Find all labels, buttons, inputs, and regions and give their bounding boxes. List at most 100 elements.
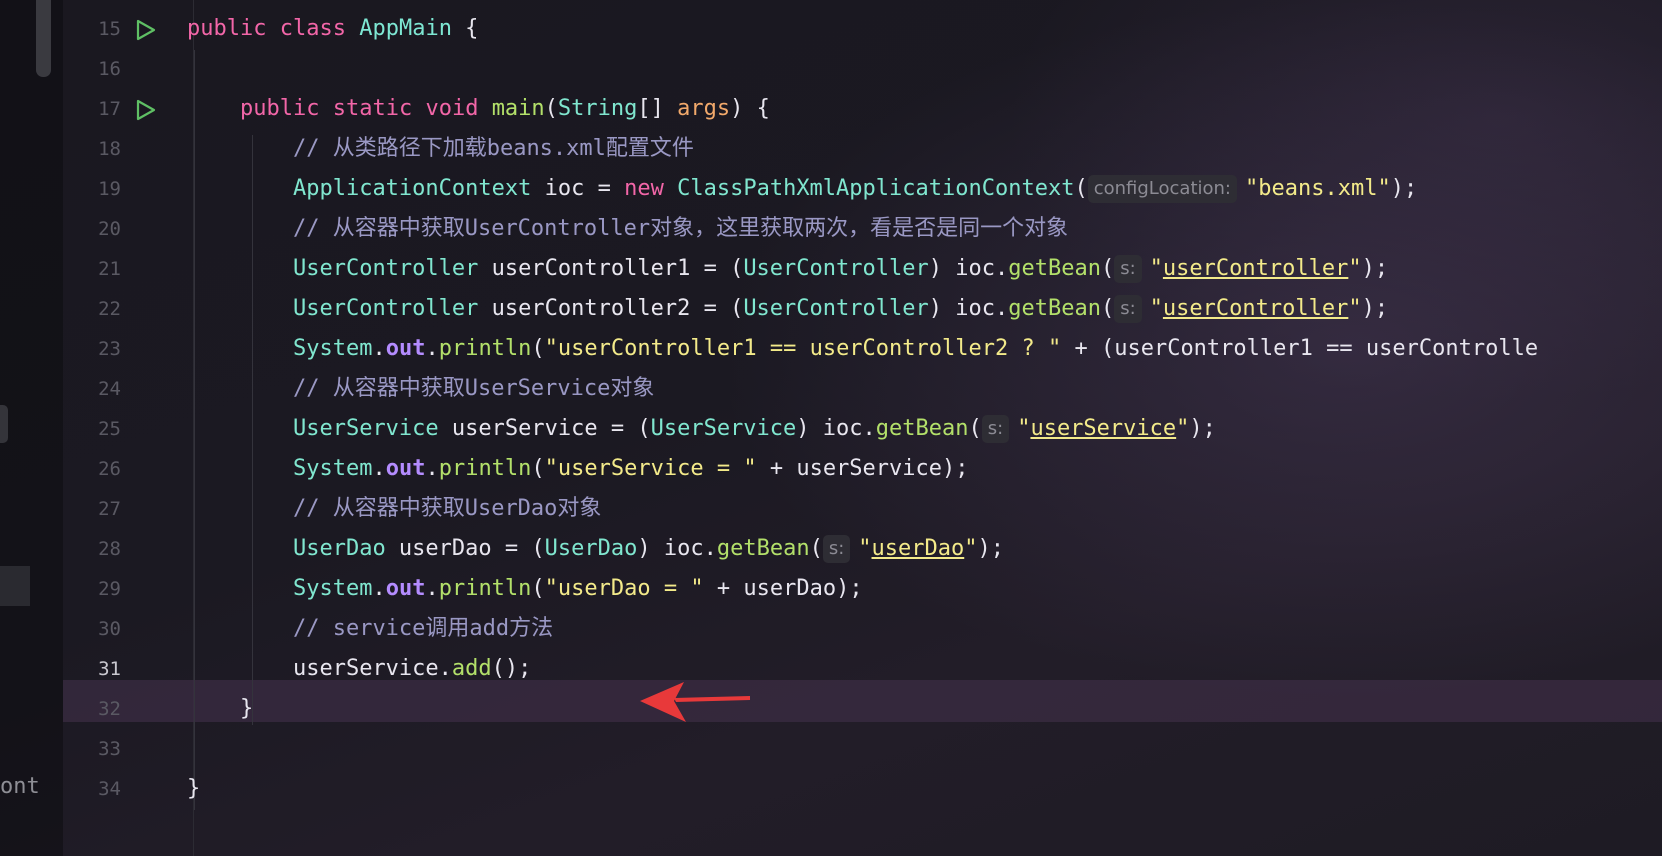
code-token: // 从容器中获取UserService对象 — [292, 376, 655, 401]
red-arrow-annotation — [640, 682, 750, 722]
code-token: ( — [531, 336, 545, 361]
code-text[interactable]: // 从容器中获取UserService对象 — [187, 368, 654, 410]
code-text[interactable]: System.out.println("userService = " + us… — [187, 448, 969, 490]
code-token: UserDao — [544, 536, 638, 561]
line-number[interactable]: 23 — [63, 328, 121, 370]
code-text[interactable]: // 从容器中获取UserDao对象 — [187, 488, 601, 530]
panel-scrollbar-thumb[interactable] — [36, 0, 51, 77]
code-line[interactable]: 29 System.out.println("userDao = " + use… — [63, 568, 1662, 610]
code-token: . — [372, 336, 386, 361]
code-text[interactable]: UserDao userDao = (UserDao) ioc.getBean(… — [187, 528, 1004, 570]
line-number[interactable]: 29 — [63, 568, 121, 610]
parameter-hint: configLocation: — [1087, 175, 1237, 203]
code-line[interactable]: 19 ApplicationContext ioc = new ClassPat… — [63, 168, 1662, 210]
code-line[interactable]: 21 UserController userController1 = (Use… — [63, 248, 1662, 290]
code-line[interactable]: 24 // 从容器中获取UserService对象 — [63, 368, 1662, 410]
code-text[interactable]: // service调用add方法 — [187, 608, 553, 650]
code-line[interactable]: 28 UserDao userDao = (UserDao) ioc.getBe… — [63, 528, 1662, 570]
code-token: class — [279, 16, 346, 41]
code-token: getBean — [1008, 256, 1101, 281]
line-number[interactable]: 26 — [63, 448, 121, 490]
code-token: (); — [491, 656, 532, 681]
line-number[interactable]: 17 — [63, 88, 121, 130]
code-line[interactable]: 27 // 从容器中获取UserDao对象 — [63, 488, 1662, 530]
code-text[interactable]: // 从容器中获取UserController对象，这里获取两次，看是否是同一个… — [187, 208, 1068, 250]
code-text[interactable]: System.out.println("userController1 == u… — [187, 328, 1538, 370]
code-text[interactable]: UserController userController1 = (UserCo… — [187, 248, 1388, 290]
code-token: ( — [809, 536, 823, 561]
code-token: // 从容器中获取UserController对象，这里获取两次，看是否是同一个… — [292, 216, 1069, 241]
line-number[interactable]: 33 — [63, 728, 121, 770]
code-token: } — [187, 696, 254, 721]
line-number[interactable]: 19 — [63, 168, 121, 210]
code-token: " — [1149, 256, 1163, 281]
line-number[interactable]: 18 — [63, 128, 121, 170]
code-token: ioc = — [531, 176, 625, 201]
panel-item-fragment[interactable] — [0, 566, 30, 606]
code-token: getBean — [716, 536, 810, 561]
code-text[interactable]: // 从类路径下加载beans.xml配置文件 — [187, 128, 694, 170]
code-text[interactable]: System.out.println("userDao = " + userDa… — [187, 568, 863, 610]
code-text[interactable]: userService.add(); — [187, 648, 531, 690]
code-token: } — [187, 776, 201, 801]
line-number[interactable]: 25 — [63, 408, 121, 450]
code-text[interactable]: UserService userService = (UserService) … — [187, 408, 1216, 450]
code-token: // 从类路径下加载beans.xml配置文件 — [292, 136, 694, 161]
code-token: ( — [968, 416, 982, 441]
run-gutter-icon[interactable] — [135, 99, 157, 121]
code-token: "userDao = " — [544, 576, 704, 601]
code-token: userDao = ( — [385, 536, 545, 561]
code-line[interactable]: 22 UserController userController2 = (Use… — [63, 288, 1662, 330]
code-line[interactable]: 34} — [63, 768, 1662, 810]
panel-tab-fragment[interactable] — [0, 405, 8, 443]
code-token: "beans.xml" — [1245, 176, 1391, 201]
code-text[interactable]: } — [187, 688, 253, 730]
code-token: new — [624, 176, 664, 201]
code-line[interactable]: 20 // 从容器中获取UserController对象，这里获取两次，看是否是… — [63, 208, 1662, 250]
code-line[interactable]: 18 // 从类路径下加载beans.xml配置文件 — [63, 128, 1662, 170]
code-text[interactable]: public static void main(String[] args) { — [187, 88, 770, 130]
code-line[interactable]: 31 userService.add(); — [63, 648, 1662, 690]
code-text[interactable]: public class AppMain { — [187, 8, 478, 50]
run-gutter-icon[interactable] — [135, 19, 157, 41]
code-line[interactable]: 25 UserService userService = (UserServic… — [63, 408, 1662, 450]
line-number[interactable]: 21 — [63, 248, 121, 290]
line-number[interactable]: 22 — [63, 288, 121, 330]
code-line[interactable]: 33 — [63, 728, 1662, 770]
code-token: out — [385, 456, 426, 481]
code-text[interactable]: ApplicationContext ioc = new ClassPathXm… — [187, 168, 1417, 210]
code-token: [] — [637, 96, 678, 121]
line-number[interactable]: 16 — [63, 48, 121, 90]
line-number[interactable]: 24 — [63, 368, 121, 410]
parameter-hint: s: — [1114, 255, 1142, 283]
code-token: userService — [1030, 416, 1177, 441]
code-text[interactable]: UserController userController2 = (UserCo… — [187, 288, 1388, 330]
line-number[interactable]: 28 — [63, 528, 121, 570]
line-number[interactable]: 20 — [63, 208, 121, 250]
code-line[interactable]: 17 public static void main(String[] args… — [63, 88, 1662, 130]
line-number[interactable]: 30 — [63, 608, 121, 650]
line-number[interactable]: 15 — [63, 8, 121, 50]
code-token: ); — [1361, 256, 1389, 281]
code-line[interactable]: 26 System.out.println("userService = " +… — [63, 448, 1662, 490]
line-number[interactable]: 27 — [63, 488, 121, 530]
code-token: UserService — [650, 416, 797, 441]
line-number[interactable]: 31 — [63, 648, 121, 690]
code-token: " — [964, 536, 978, 561]
line-number[interactable]: 34 — [63, 768, 121, 810]
code-editor[interactable]: ont 15 public class AppMain {16 17 public … — [0, 0, 1662, 856]
code-text[interactable]: } — [187, 768, 200, 810]
code-line[interactable]: 32 } — [63, 688, 1662, 730]
code-token: " — [1017, 416, 1031, 441]
code-line[interactable]: 16 — [63, 48, 1662, 90]
code-line[interactable]: 15 public class AppMain { — [63, 8, 1662, 50]
code-line[interactable]: 23 System.out.println("userController1 =… — [63, 328, 1662, 370]
code-line[interactable]: 30 // service调用add方法 — [63, 608, 1662, 650]
code-token: String — [557, 96, 638, 121]
code-token: public — [187, 16, 267, 41]
line-number[interactable]: 32 — [63, 688, 121, 730]
